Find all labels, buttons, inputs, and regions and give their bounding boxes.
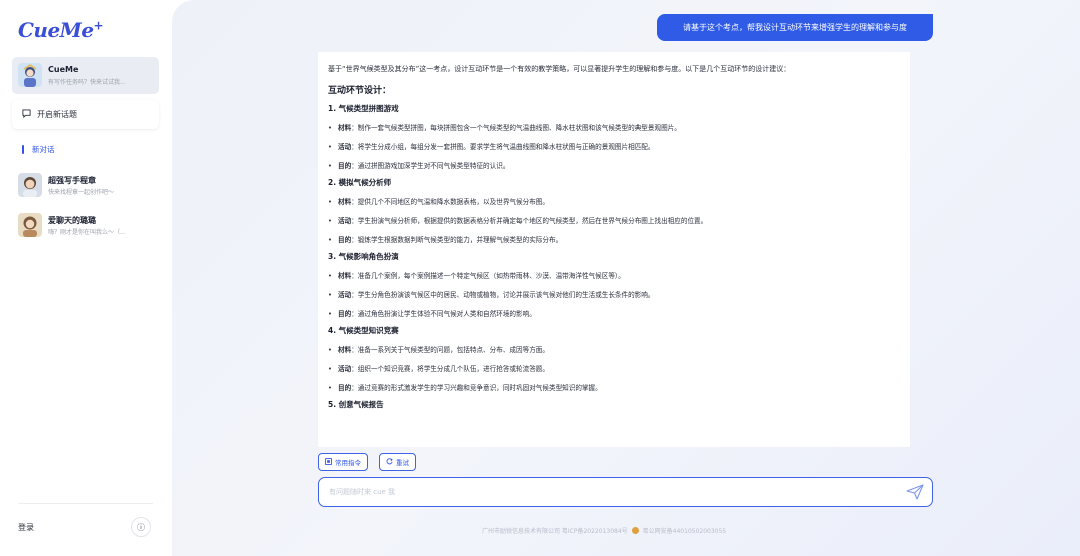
chat-title: CueMe [48,65,79,74]
bullet-label: 活动 [338,143,352,151]
bullet-label: 活动 [338,217,352,225]
answer-item: 5. 创意气候报告 [328,398,900,412]
common-commands-label: 常用指令 [335,459,361,467]
footer-company[interactable]: 广州市励锐信息技术有限公司 粤ICP备2022013084号 [482,526,628,535]
info-icon[interactable]: ⓘ [131,517,151,537]
chat-title: 超强写手程章 [48,176,96,185]
chat-subtitle: 嗨？刚才是你在叫我么～（... [48,229,126,236]
item-title: 2. 模拟气候分析师 [328,178,392,187]
bullet-text: ：提供几个不同地区的气温和降水数据表格，以及世界气候分布图。 [351,198,549,206]
item-title: 1. 气候类型拼图游戏 [328,104,399,113]
new-chat-label: 新对话 [32,145,55,154]
logo-mark: + [93,18,104,33]
footer: 广州市励锐信息技术有限公司 粤ICP备2022013084号 粤公网安备4401… [482,526,726,535]
app-logo[interactable]: CueMe+ [18,18,104,42]
retry-label: 重试 [396,459,409,467]
assistant-answer: 基于“世界气候类型及其分布”这一考点，设计互动环节是一个有效的教学策略，可以显著… [318,52,910,447]
item-title: 5. 创意气候报告 [328,400,384,409]
logo-text: CueMe [18,18,94,42]
answer-item: 1. 气候类型拼图游戏 • 材料 ：制作一套气候类型拼图，每块拼图包含一个气候类型的… [328,102,900,173]
bullet-label: 活动 [338,291,352,299]
refresh-icon [386,457,393,467]
bullet-text: ：通过拼图游戏加深学生对不同气候类型特征的认识。 [351,162,510,170]
bullet-label: 目的 [338,162,352,170]
bullet-label: 材料 [338,346,352,354]
bullet-text: ：通过竞赛的形式激发学生的学习兴趣和竞争意识，同时巩固对气候类型知识的掌握。 [351,384,602,392]
user-message-bubble: 请基于这个考点，帮我设计互动环节来增强学生的理解和参与度 [657,14,933,41]
answer-item: 4. 气候类型知识竞赛 • 材料 ：准备一系列关于气候类型的问题，包括特点、分布、成… [328,324,900,395]
bullet-label: 目的 [338,384,352,392]
chat-input[interactable] [329,485,889,499]
retry-button[interactable]: 重试 [379,453,416,471]
chat-subtitle: 快来找程章一起创作吧～ [48,189,115,196]
bullet-text: ：组织一个知识竞赛，将学生分成几个队伍，进行抢答或轮流答题。 [351,365,549,373]
list-item: • 材料 ：制作一套气候类型拼图，每块拼图包含一个气候类型的气温曲线图、降水柱状图和… [328,122,900,135]
answer-intro: 基于“世界气候类型及其分布”这一考点，设计互动环节是一个有效的教学策略，可以显著… [328,65,791,73]
new-chat-item[interactable]: 新对话 [22,144,55,155]
new-topic-icon [22,109,31,120]
bullet-text: ：准备几个案例，每个案例描述一个特定气候区（如热带雨林、沙漠、温带海洋性气候区等… [351,272,625,280]
answer-section-title: 互动环节设计： [328,86,392,96]
list-item: • 目的 ：通过竞赛的形式激发学生的学习兴趣和竞争意识，同时巩固对气候类型知识的掌握… [328,382,900,395]
new-topic-button[interactable]: 开启新话题 [12,100,159,129]
send-icon[interactable] [906,484,924,500]
common-commands-button[interactable]: 常用指令 [318,453,368,471]
sidebar-chat-cueme[interactable]: CueMe 有写作任务吗？快来试试我... [12,57,159,94]
chat-input-box [318,477,933,507]
list-item: • 材料 ：准备几个案例，每个案例描述一个特定气候区（如热带雨林、沙漠、温带海洋性气… [328,270,900,283]
bullet-text: ：准备一系列关于气候类型的问题，包括特点、分布、成因等方面。 [351,346,549,354]
bullet-label: 材料 [338,124,352,132]
list-item: • 材料 ：准备一系列关于气候类型的问题，包括特点、分布、成因等方面。 [328,344,900,357]
bullet-label: 目的 [338,310,352,318]
login-link[interactable]: 登录 [18,522,34,533]
answer-item: 2. 模拟气候分析师 • 材料 ：提供几个不同地区的气温和降水数据表格，以及世界气候… [328,176,900,247]
item-title: 4. 气候类型知识竞赛 [328,326,399,335]
active-indicator [22,145,24,154]
item-title: 3. 气候影响角色扮演 [328,252,399,261]
chat-subtitle: 有写作任务吗？快来试试我... [48,79,126,86]
footer-police[interactable]: 粤公网安备44010502003055 [643,526,726,535]
list-item: • 材料 ：提供几个不同地区的气温和降水数据表格，以及世界气候分布图。 [328,196,900,209]
list-item: • 目的 ：锻炼学生根据数据判断气候类型的能力，并理解气候类型的实际分布。 [328,234,900,247]
commands-icon [325,457,332,467]
list-item: • 目的 ：通过拼图游戏加深学生对不同气候类型特征的认识。 [328,160,900,173]
bullet-text: ：通过角色扮演让学生体验不同气候对人类和自然环境的影响。 [351,310,536,318]
new-topic-label: 开启新话题 [37,110,77,119]
writer-avatar [18,173,42,197]
chat-title: 爱聊天的璐璐 [48,216,96,225]
bullet-text: ：学生扮演气候分析师，根据提供的数据表格分析并确定每个地区的气候类型，然后在世界… [351,217,708,225]
sidebar-chat-writer[interactable]: 超强写手程章 快来找程章一起创作吧～ [18,173,158,199]
bullet-label: 目的 [338,236,352,244]
bullet-text: ：制作一套气候类型拼图，每块拼图包含一个气候类型的气温曲线图、降水柱状图和该气候… [351,124,681,132]
list-item: • 活动 ：学生扮演气候分析师，根据提供的数据表格分析并确定每个地区的气候类型，然后… [328,215,900,228]
bullet-label: 材料 [338,198,352,206]
answer-item: 3. 气候影响角色扮演 • 材料 ：准备几个案例，每个案例描述一个特定气候区（如热带… [328,250,900,321]
list-item: • 目的 ：通过角色扮演让学生体验不同气候对人类和自然环境的影响。 [328,308,900,321]
lulu-avatar [18,213,42,237]
list-item: • 活动 ：学生分角色扮演该气候区中的居民、动物或植物，讨论并展示该气候对他们的生活… [328,289,900,302]
bullet-text: ：学生分角色扮演该气候区中的居民、动物或植物，讨论并展示该气候对他们的生活或生长… [351,291,655,299]
cueme-avatar [18,63,42,87]
bullet-label: 材料 [338,272,352,280]
bullet-text: ：将学生分成小组，每组分发一套拼图。要求学生将气温曲线图和降水柱状图与正确的景观… [351,143,655,151]
sidebar-divider [18,503,153,504]
list-item: • 活动 ：组织一个知识竞赛，将学生分成几个队伍，进行抢答或轮流答题。 [328,363,900,376]
police-badge-icon [631,527,639,534]
sidebar: CueMe+ CueMe 有写作任务吗？快来试试我... 开启新话题 新对话 超… [0,0,172,556]
bullet-text: ：锻炼学生根据数据判断气候类型的能力，并理解气候类型的实际分布。 [351,236,563,244]
list-item: • 活动 ：将学生分成小组，每组分发一套拼图。要求学生将气温曲线图和降水柱状图与正确… [328,141,900,154]
bullet-label: 活动 [338,365,352,373]
sidebar-chat-lulu[interactable]: 爱聊天的璐璐 嗨？刚才是你在叫我么～（... [18,213,158,239]
